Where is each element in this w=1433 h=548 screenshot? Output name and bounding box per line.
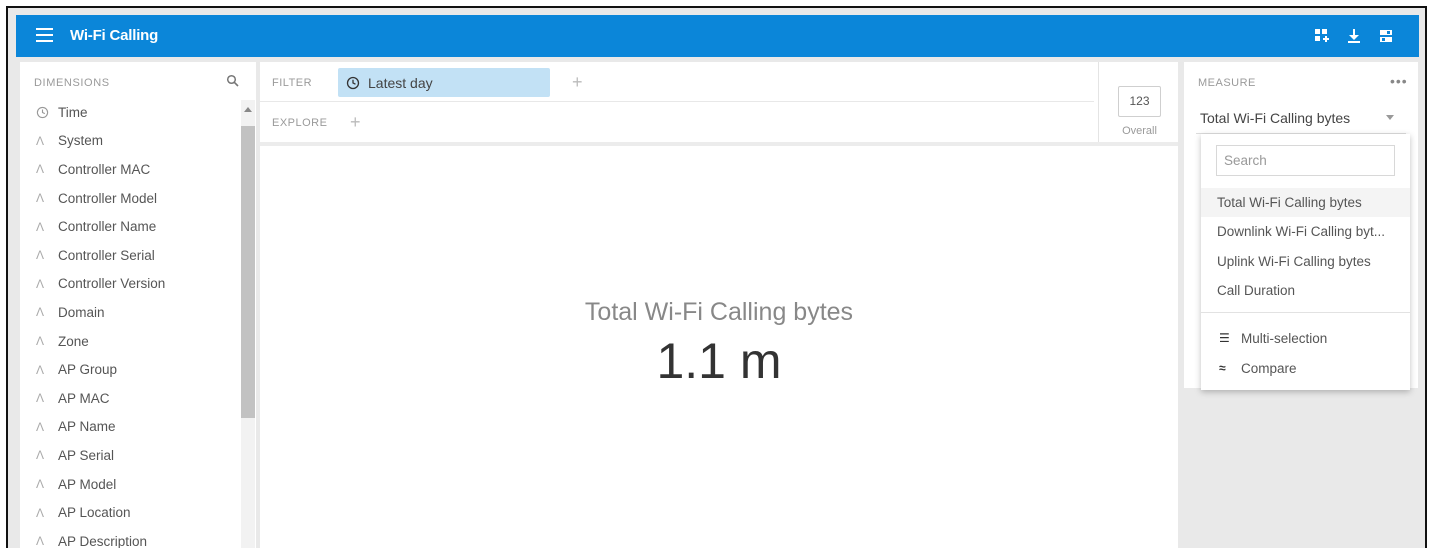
- filter-label: FILTER: [272, 77, 313, 89]
- measure-option[interactable]: Total Wi-Fi Calling bytes: [1201, 188, 1410, 217]
- dimensions-list: Time Λ System Λ Controller MAC Λ Controller Mo…: [20, 98, 240, 548]
- list-icon: ☰: [1219, 331, 1230, 345]
- dimension-item[interactable]: Λ AP Location: [20, 498, 240, 527]
- dimension-item[interactable]: Λ Controller Serial: [20, 241, 240, 270]
- compare-icon: ≈: [1219, 361, 1226, 375]
- metric-value: 1.1 m: [656, 333, 782, 389]
- settings-panel-icon[interactable]: [1378, 28, 1394, 44]
- dimension-label: AP Serial: [58, 447, 115, 463]
- string-icon: Λ: [36, 534, 45, 548]
- visualization-label: Overall: [1122, 125, 1157, 137]
- measure-header: MEASURE: [1198, 77, 1256, 89]
- string-icon: Λ: [36, 362, 45, 377]
- explore-bar: EXPLORE +: [260, 102, 1094, 142]
- explore-label: EXPLORE: [272, 117, 328, 129]
- string-icon: Λ: [36, 391, 45, 406]
- dimension-item[interactable]: Λ Controller Model: [20, 184, 240, 213]
- string-icon: Λ: [36, 419, 45, 434]
- dimension-label: AP MAC: [58, 390, 110, 406]
- clock-icon: [36, 106, 58, 119]
- measure-select-value: Total Wi-Fi Calling bytes: [1200, 109, 1351, 126]
- add-filter-icon[interactable]: +: [572, 73, 583, 91]
- dimension-label: Controller Version: [58, 276, 166, 292]
- search-input[interactable]: [1216, 145, 1395, 176]
- metric-title: Total Wi-Fi Calling bytes: [584, 298, 854, 326]
- search-icon[interactable]: [226, 74, 240, 88]
- dimension-label: Controller Model: [58, 190, 158, 206]
- divider: [260, 142, 1178, 146]
- dimension-label: Controller MAC: [58, 161, 151, 177]
- dimension-label: Zone: [58, 333, 89, 349]
- dimension-label: AP Group: [58, 362, 118, 378]
- measure-select[interactable]: Total Wi-Fi Calling bytes: [1196, 102, 1406, 134]
- add-tile-icon[interactable]: [1314, 28, 1330, 44]
- dimensions-panel: DIMENSIONS Time Λ System Λ Controller MAC Λ Co…: [20, 62, 256, 548]
- string-icon: Λ: [36, 477, 45, 492]
- dimension-label: AP Name: [58, 419, 116, 435]
- string-icon: Λ: [36, 191, 45, 206]
- dimension-label: Domain: [58, 304, 105, 320]
- main-panel: FILTER Latest day + EXPLORE + 123 Overal…: [260, 62, 1178, 548]
- visualization-selector[interactable]: 123: [1118, 86, 1161, 117]
- string-icon: Λ: [36, 162, 45, 177]
- scrollbar-thumb[interactable]: [241, 126, 255, 418]
- top-bar: Wi-Fi Calling: [16, 15, 1419, 57]
- measure-option[interactable]: Downlink Wi-Fi Calling byt...: [1201, 217, 1410, 246]
- app-window: Wi-Fi Calling DIMENSIONS Time Λ System Λ Con…: [6, 6, 1427, 548]
- dimension-item[interactable]: Λ AP Model: [20, 470, 240, 499]
- measure-option[interactable]: Uplink Wi-Fi Calling bytes: [1201, 247, 1410, 276]
- app-title: Wi-Fi Calling: [70, 27, 159, 44]
- dimension-item[interactable]: Λ AP Name: [20, 413, 240, 442]
- compare-label: Compare: [1241, 360, 1297, 376]
- divider: [1201, 312, 1410, 313]
- dimension-item[interactable]: Λ Controller MAC: [20, 155, 240, 184]
- string-icon: Λ: [36, 305, 45, 320]
- clock-icon: [346, 76, 360, 89]
- menu-icon[interactable]: [36, 28, 53, 44]
- dimension-label: Controller Name: [58, 219, 157, 235]
- more-options-icon[interactable]: •••: [1390, 73, 1408, 89]
- dimension-label: Controller Serial: [58, 247, 155, 263]
- string-icon: Λ: [36, 219, 45, 234]
- string-icon: Λ: [36, 448, 45, 463]
- measure-option[interactable]: Call Duration: [1201, 276, 1410, 305]
- dimension-label: Time: [58, 104, 88, 120]
- filter-chip-time[interactable]: Latest day: [338, 68, 550, 97]
- multi-selection-label: Multi-selection: [1241, 330, 1328, 346]
- filter-chip-label: Latest day: [368, 74, 433, 91]
- dimension-item[interactable]: Λ AP MAC: [20, 384, 240, 413]
- dimension-label: AP Model: [58, 476, 117, 492]
- divider: [1098, 62, 1099, 146]
- download-icon[interactable]: [1346, 28, 1362, 44]
- dimension-item[interactable]: Λ AP Description: [20, 527, 240, 548]
- string-icon: Λ: [36, 248, 45, 263]
- add-explore-icon[interactable]: +: [350, 113, 361, 131]
- multi-selection-button[interactable]: ☰ Multi-selection: [1201, 324, 1410, 352]
- scroll-up-arrow-icon[interactable]: [244, 107, 252, 112]
- dimension-item[interactable]: Λ Zone: [20, 327, 240, 356]
- dimension-item[interactable]: Time: [20, 98, 240, 127]
- dimension-item[interactable]: Λ AP Serial: [20, 441, 240, 470]
- dimensions-header: DIMENSIONS: [34, 77, 110, 89]
- chevron-down-icon: [1386, 115, 1394, 120]
- string-icon: Λ: [36, 334, 45, 349]
- scrollbar[interactable]: [241, 100, 255, 548]
- dimension-item[interactable]: Λ Controller Version: [20, 270, 240, 299]
- dimension-label: AP Location: [58, 505, 131, 521]
- dimension-label: AP Description: [58, 533, 148, 548]
- dimension-item[interactable]: Λ Controller Name: [20, 212, 240, 241]
- string-icon: Λ: [36, 505, 45, 520]
- filter-bar: FILTER Latest day +: [260, 62, 1094, 102]
- string-icon: Λ: [36, 276, 45, 291]
- compare-button[interactable]: ≈ Compare: [1201, 354, 1410, 382]
- dimension-item[interactable]: Λ AP Group: [20, 355, 240, 384]
- string-icon: Λ: [36, 133, 45, 148]
- dimension-label: System: [58, 133, 104, 149]
- measure-dropdown: Total Wi-Fi Calling bytes Downlink Wi-Fi…: [1201, 134, 1410, 390]
- dimension-item[interactable]: Λ Domain: [20, 298, 240, 327]
- dimension-item[interactable]: Λ System: [20, 127, 240, 156]
